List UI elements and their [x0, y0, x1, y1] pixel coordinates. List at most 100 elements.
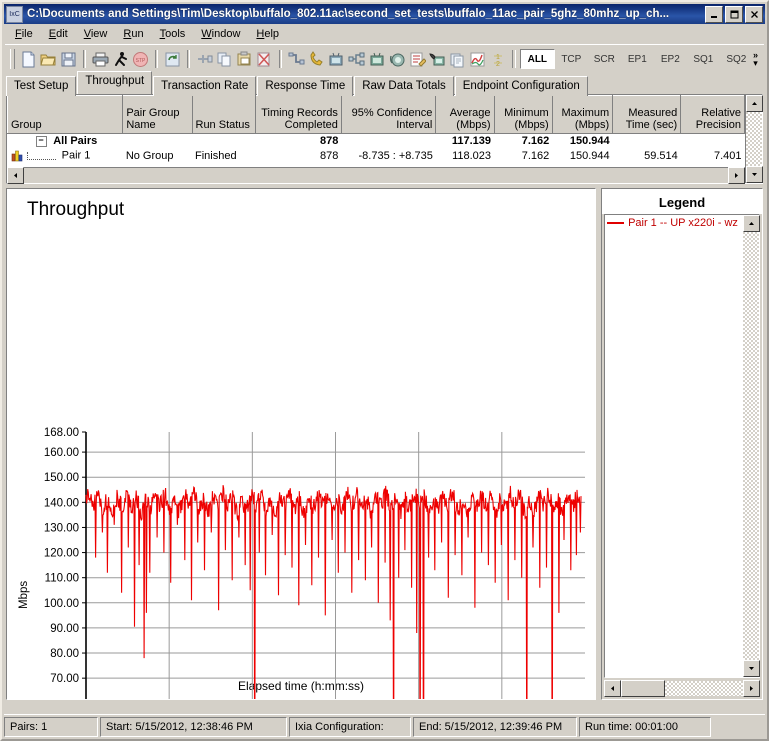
col-relative-precision[interactable]: Relative Precision: [680, 95, 745, 134]
save-icon[interactable]: [60, 48, 78, 70]
col-measured-time[interactable]: Measured Time (sec): [612, 95, 682, 134]
toolbar-separator: [278, 50, 283, 68]
legend-title: Legend: [602, 189, 762, 214]
menu-file[interactable]: File: [8, 26, 40, 42]
bar-chart-icon: [11, 149, 24, 162]
legend-panel: Legend Pair 1 -- UP x220i - wz: [601, 188, 763, 700]
tab-response-time[interactable]: Response Time: [257, 76, 354, 96]
setup-icon[interactable]: [429, 48, 447, 70]
tree-collapse-icon[interactable]: −: [35, 135, 47, 147]
cell-average: 117.139: [451, 135, 492, 147]
col-run-status[interactable]: Run Status: [191, 95, 257, 134]
table-horizontal-scrollbar[interactable]: [7, 167, 745, 184]
new-test-icon[interactable]: [19, 48, 37, 70]
filter-sq2-button[interactable]: SQ2: [720, 50, 753, 68]
svg-text:1: 1: [496, 54, 500, 61]
cell-run-status: [192, 134, 256, 149]
sequence-icon[interactable]: 12: [489, 48, 507, 70]
tab-transaction-rate[interactable]: Transaction Rate: [153, 76, 257, 96]
filter-ep1-button[interactable]: EP1: [621, 50, 654, 68]
legend-scroll-left-button[interactable]: [604, 680, 622, 697]
legend-scroll-down-button[interactable]: [743, 660, 760, 677]
menu-edit[interactable]: Edit: [42, 26, 75, 42]
scroll-down-button[interactable]: [746, 166, 763, 183]
col-minimum[interactable]: Minimum (Mbps): [493, 95, 553, 134]
results-table-main: Group Pair Group Name Run Status Timing …: [6, 95, 745, 184]
status-run-time: Run time: 00:01:00: [579, 717, 711, 737]
toolbar-grip[interactable]: [10, 49, 16, 69]
legend-scroll-track[interactable]: [743, 232, 759, 660]
cell-group: − All Pairs: [8, 134, 123, 149]
filter-scr-button[interactable]: SCR: [588, 50, 621, 68]
legend-scroll-right-button[interactable]: [743, 680, 760, 697]
menu-run[interactable]: Run: [116, 26, 150, 42]
col-pair-group-name[interactable]: Pair Group Name: [122, 95, 193, 134]
svg-text:130.00: 130.00: [44, 522, 79, 534]
call-icon[interactable]: [308, 48, 326, 70]
refresh-icon[interactable]: [163, 48, 181, 70]
menu-window[interactable]: Window: [194, 26, 247, 42]
tab-throughput[interactable]: Throughput: [77, 71, 153, 94]
col-timing-records[interactable]: Timing Records Completed: [255, 95, 342, 134]
video-icon[interactable]: [328, 48, 346, 70]
menu-tools[interactable]: Tools: [153, 26, 193, 42]
paste-icon[interactable]: [235, 48, 253, 70]
reports-icon[interactable]: [449, 48, 467, 70]
scroll-left-button[interactable]: [7, 167, 24, 184]
table-row[interactable]: Pair 1 No Group Finished 878 -8.735 : +8…: [8, 148, 745, 163]
legend-scroll-up-button[interactable]: [743, 215, 760, 232]
pair-label: Pair 1: [61, 149, 91, 162]
scroll-right-button[interactable]: [728, 167, 745, 184]
tab-endpoint-configuration[interactable]: Endpoint Configuration: [454, 76, 588, 96]
copy-icon[interactable]: [215, 48, 233, 70]
svg-text:70.00: 70.00: [50, 673, 79, 685]
multicast-icon[interactable]: [348, 48, 366, 70]
scroll-up-button[interactable]: [746, 95, 763, 112]
delete-icon[interactable]: [256, 48, 274, 70]
toolbar-overflow-button[interactable]: » ▾: [753, 51, 762, 68]
open-folder-icon[interactable]: [39, 48, 57, 70]
table-vertical-scrollbar[interactable]: [745, 95, 763, 183]
menu-help[interactable]: Help: [249, 26, 286, 42]
filter-tcp-button[interactable]: TCP: [555, 50, 588, 68]
edit-script-icon[interactable]: [408, 48, 426, 70]
legend-scroll-thumb[interactable]: [621, 680, 666, 697]
col-confidence-interval[interactable]: 95% Confidence Interval: [340, 95, 437, 134]
legend-horizontal-scrollbar[interactable]: [604, 680, 760, 697]
group-label: All Pairs: [53, 135, 98, 147]
add-pair-icon[interactable]: [195, 48, 213, 70]
col-maximum[interactable]: Maximum (Mbps): [551, 95, 614, 134]
svg-text:120.00: 120.00: [44, 548, 79, 560]
legend-item[interactable]: Pair 1 -- UP x220i - wz: [607, 217, 743, 229]
scroll-track[interactable]: [746, 112, 762, 166]
tab-raw-data-totals[interactable]: Raw Data Totals: [354, 76, 454, 96]
hardware-icon[interactable]: [388, 48, 406, 70]
maximize-button[interactable]: [725, 5, 743, 23]
col-average[interactable]: Average (Mbps): [435, 95, 495, 134]
chart-icon[interactable]: [469, 48, 487, 70]
legend-vertical-scrollbar[interactable]: [743, 215, 760, 677]
run-icon[interactable]: [111, 48, 129, 70]
cell-confidence: -8.735 : +8.735: [358, 149, 433, 162]
filter-sq1-button[interactable]: SQ1: [687, 50, 720, 68]
svg-text:60.00: 60.00: [50, 698, 79, 700]
svg-text:80.00: 80.00: [50, 648, 79, 660]
minimize-button[interactable]: [705, 5, 723, 23]
throughput-chart-panel[interactable]: Throughput Mbps Elapsed time (h:mm:ss) 0…: [6, 188, 597, 700]
ixchariot-icon: IxC: [6, 5, 23, 23]
close-button[interactable]: [745, 5, 763, 23]
endpoint-icon[interactable]: [287, 48, 305, 70]
filter-ep2-button[interactable]: EP2: [654, 50, 687, 68]
legend-scroll-track[interactable]: [665, 681, 743, 696]
toolbar: STP 1 2 ALL TCP SCR EP1 EP2 SQ1 SQ2 » ▾: [5, 44, 764, 73]
print-icon[interactable]: [91, 48, 109, 70]
menu-view[interactable]: View: [77, 26, 115, 42]
cell-minimum: 7.162: [521, 149, 550, 162]
col-group[interactable]: Group: [6, 95, 124, 134]
svg-text:100.00: 100.00: [44, 598, 79, 610]
stop-icon[interactable]: STP: [132, 48, 150, 70]
video-group-icon[interactable]: [368, 48, 386, 70]
table-row[interactable]: − All Pairs 878 117.139 7.162 150.944: [8, 134, 745, 149]
filter-all-button[interactable]: ALL: [519, 49, 555, 69]
tab-test-setup[interactable]: Test Setup: [6, 76, 77, 96]
